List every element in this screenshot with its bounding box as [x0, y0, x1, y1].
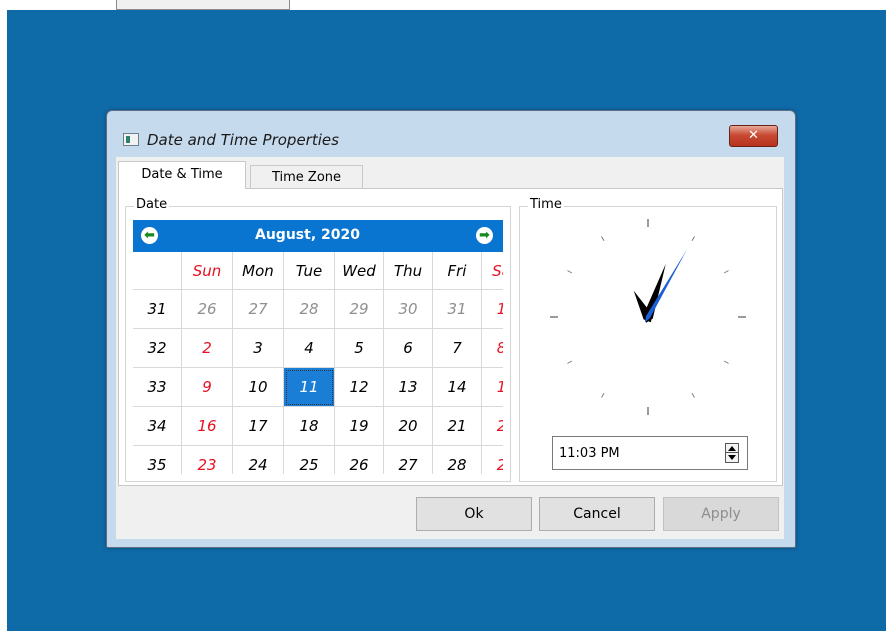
cancel-button[interactable]: Cancel	[539, 497, 655, 531]
calendar-day[interactable]: 26	[182, 290, 233, 329]
calendar-day[interactable]: 2	[182, 329, 233, 368]
calendar-day[interactable]: 11	[284, 368, 335, 407]
calendar-day[interactable]: 24	[233, 446, 284, 474]
calendar-day[interactable]: 28	[284, 290, 335, 329]
week-number-header	[133, 252, 182, 290]
calendar-day[interactable]: 3	[233, 329, 284, 368]
weekday-header: Thu	[384, 252, 433, 290]
clock-tick	[601, 392, 605, 398]
title-bar[interactable]: Date and Time Properties ✕	[107, 111, 795, 157]
clock-tick	[723, 270, 729, 274]
clock-face	[550, 219, 746, 415]
calendar-day[interactable]: 10	[233, 368, 284, 407]
calendar-day[interactable]: 25	[284, 446, 335, 474]
clock-tick	[691, 392, 695, 398]
weekday-header: Tue	[284, 252, 335, 290]
week-number: 34	[133, 407, 182, 446]
calendar-day[interactable]: 18	[284, 407, 335, 446]
calendar-grid: SunMonTueWedThuFriSa31262728293031132234…	[133, 252, 503, 474]
calendar-day[interactable]: 4	[284, 329, 335, 368]
calendar-day[interactable]: 26	[335, 446, 384, 474]
calendar-header: ⬅ August, 2020 ➡	[133, 220, 503, 252]
date-group-label: Date	[134, 197, 170, 212]
calendar-day[interactable]: 14	[433, 368, 482, 407]
calendar-day[interactable]: 1	[482, 368, 503, 407]
time-spinner[interactable]	[725, 443, 739, 463]
week-number: 32	[133, 329, 182, 368]
calendar-day[interactable]: 20	[384, 407, 433, 446]
week-number: 35	[133, 446, 182, 474]
clock-tick	[723, 360, 729, 364]
time-value[interactable]: 11:03 PM	[559, 446, 620, 461]
clock-tick	[601, 236, 605, 242]
calendar-day[interactable]: 17	[233, 407, 284, 446]
week-number: 33	[133, 368, 182, 407]
second-hand	[645, 249, 687, 323]
analog-clock	[522, 207, 774, 419]
calendar-day[interactable]: 27	[384, 446, 433, 474]
calendar-day[interactable]: 16	[182, 407, 233, 446]
time-input[interactable]: 11:03 PM	[552, 436, 748, 470]
calendar-day[interactable]: 13	[384, 368, 433, 407]
calendar-day[interactable]: 2	[482, 446, 503, 474]
calendar-day[interactable]: 27	[233, 290, 284, 329]
calendar-day[interactable]: 2	[482, 407, 503, 446]
weekday-header: Fri	[433, 252, 482, 290]
spin-down-icon[interactable]	[728, 455, 736, 460]
clock-tick	[567, 360, 573, 364]
next-month-arrow-icon[interactable]: ➡	[476, 227, 493, 244]
window-title: Date and Time Properties	[147, 131, 339, 149]
calendar-day[interactable]: 5	[335, 329, 384, 368]
calendar-day[interactable]: 23	[182, 446, 233, 474]
calendar-day[interactable]: 30	[384, 290, 433, 329]
spin-divider	[726, 452, 738, 453]
calendar-day[interactable]: 9	[182, 368, 233, 407]
weekday-header: Sun	[182, 252, 233, 290]
calendar-day[interactable]: 12	[335, 368, 384, 407]
tab-date-time[interactable]: Date & Time	[118, 161, 246, 189]
calendar-day[interactable]: 7	[433, 329, 482, 368]
previous-month-arrow-icon[interactable]: ⬅	[141, 227, 158, 244]
spin-up-icon[interactable]	[728, 446, 736, 451]
calendar-day[interactable]: 31	[433, 290, 482, 329]
week-number: 31	[133, 290, 182, 329]
calendar-day[interactable]: 8	[482, 329, 503, 368]
calendar-day[interactable]: 6	[384, 329, 433, 368]
calendar-day[interactable]: 1	[482, 290, 503, 329]
weekday-header: Mon	[233, 252, 284, 290]
weekday-header: Sa	[482, 252, 503, 290]
weekday-header: Wed	[335, 252, 384, 290]
ok-button[interactable]: Ok	[416, 497, 532, 531]
window-icon	[123, 133, 139, 146]
tab-time-zone[interactable]: Time Zone	[250, 165, 363, 189]
taskbar-fragment	[116, 0, 290, 10]
calendar-day[interactable]: 19	[335, 407, 384, 446]
month-year-label[interactable]: August, 2020	[255, 227, 360, 243]
clock-tick	[567, 270, 573, 274]
clock-tick	[691, 236, 695, 242]
apply-button[interactable]: Apply	[663, 497, 779, 531]
close-button[interactable]: ✕	[729, 125, 778, 147]
calendar-day[interactable]: 21	[433, 407, 482, 446]
calendar-day[interactable]: 28	[433, 446, 482, 474]
calendar-day[interactable]: 29	[335, 290, 384, 329]
